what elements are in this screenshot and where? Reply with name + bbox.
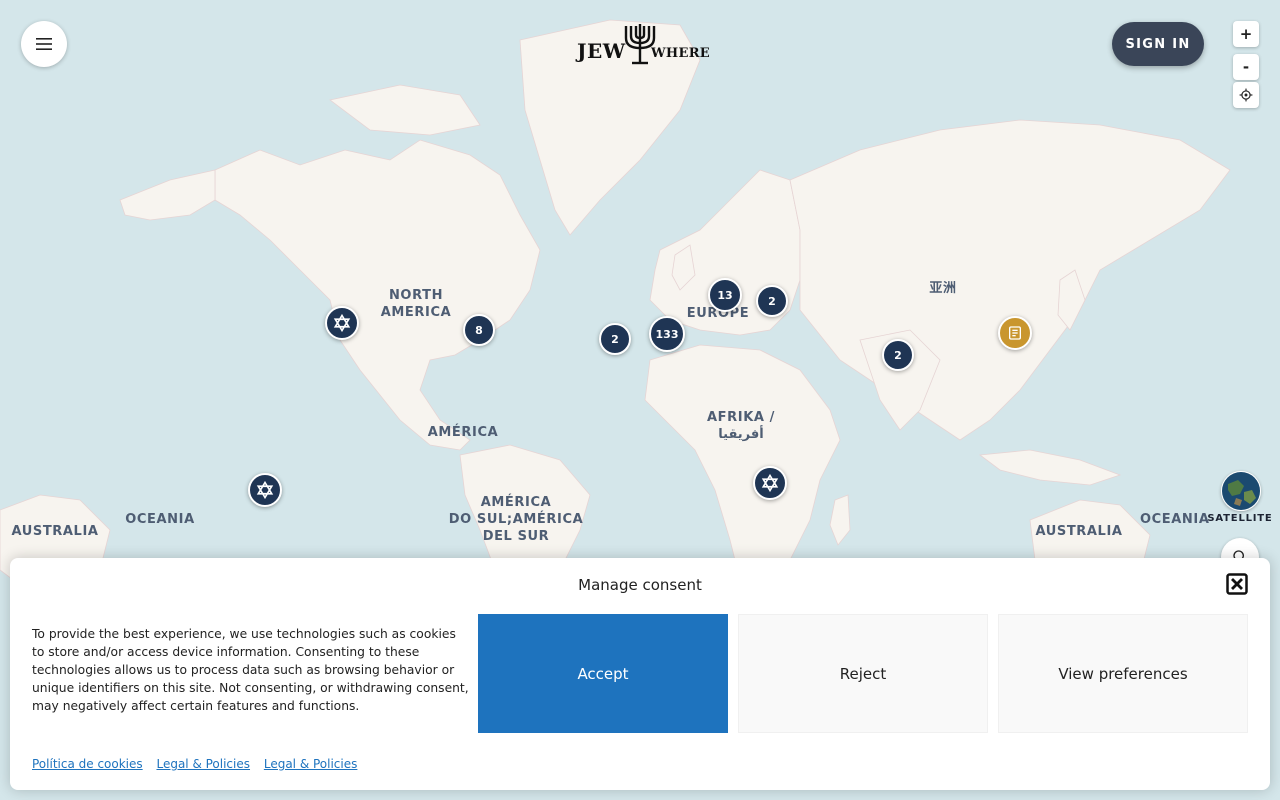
label-south-america: AMÉRICA DO SUL;AMÉRICA DEL SUR bbox=[446, 494, 586, 545]
cluster-marker[interactable]: 2 bbox=[599, 323, 631, 355]
view-preferences-button[interactable]: View preferences bbox=[998, 614, 1248, 733]
cluster-marker[interactable]: 133 bbox=[649, 316, 685, 352]
synagogue-marker[interactable] bbox=[753, 466, 787, 500]
synagogue-marker[interactable] bbox=[248, 473, 282, 507]
label-north-america: NORTH AMERICA bbox=[368, 287, 464, 321]
label-australia-right: AUSTRALIA bbox=[1035, 524, 1123, 539]
label-south-america-line2: DO SUL;AMÉRICA bbox=[448, 512, 584, 527]
locate-button[interactable] bbox=[1233, 82, 1259, 108]
label-north-america-line1: NORTH bbox=[388, 288, 444, 303]
cookie-policy-link[interactable]: Política de cookies bbox=[32, 757, 143, 771]
book-marker[interactable] bbox=[998, 316, 1032, 350]
consent-message: To provide the best experience, we use t… bbox=[32, 627, 469, 713]
label-asia: 亚洲 bbox=[929, 281, 957, 296]
star-of-david-icon bbox=[333, 314, 351, 332]
consent-title: Manage consent bbox=[578, 576, 702, 594]
star-of-david-icon bbox=[761, 474, 779, 492]
satellite-toggle[interactable] bbox=[1221, 471, 1261, 511]
hamburger-icon bbox=[36, 38, 52, 50]
legal-policies-link[interactable]: Legal & Policies bbox=[156, 757, 250, 771]
menu-button[interactable] bbox=[21, 21, 67, 67]
accept-button[interactable]: Accept bbox=[478, 614, 728, 733]
book-icon bbox=[1009, 326, 1021, 340]
satellite-label: SATELLITE bbox=[1207, 513, 1273, 524]
zoom-in-button[interactable]: + bbox=[1233, 21, 1259, 47]
close-icon bbox=[1226, 573, 1248, 595]
logo-text-jew: JEW bbox=[577, 39, 626, 63]
star-of-david-icon bbox=[256, 481, 274, 499]
label-africa-line2: أفريقيا bbox=[718, 427, 764, 442]
zoom-out-button[interactable]: - bbox=[1233, 54, 1259, 80]
reject-button[interactable]: Reject bbox=[738, 614, 988, 733]
logo[interactable]: JEW WHERE bbox=[576, 22, 710, 66]
label-africa-line1: AFRIKA / bbox=[707, 410, 775, 425]
label-america: AMÉRICA bbox=[427, 425, 499, 440]
consent-dialog: Manage consent To provide the best exper… bbox=[10, 558, 1270, 790]
consent-close-button[interactable] bbox=[1226, 573, 1248, 595]
consent-links: Política de cookies Legal & Policies Leg… bbox=[32, 757, 367, 771]
cluster-marker[interactable]: 13 bbox=[708, 278, 742, 312]
legal-policies-link[interactable]: Legal & Policies bbox=[264, 757, 358, 771]
crosshair-icon bbox=[1239, 88, 1253, 102]
cluster-marker[interactable]: 8 bbox=[463, 314, 495, 346]
label-australia-left: AUSTRALIA bbox=[11, 524, 99, 539]
label-north-america-line2: AMERICA bbox=[380, 305, 452, 320]
cluster-marker[interactable]: 2 bbox=[882, 339, 914, 371]
cluster-marker[interactable]: 2 bbox=[756, 285, 788, 317]
globe-satellite-icon bbox=[1222, 472, 1260, 510]
label-south-america-line1: AMÉRICA bbox=[480, 495, 552, 510]
sign-in-button[interactable]: SIGN IN bbox=[1112, 22, 1204, 66]
logo-text-where: WHERE bbox=[651, 46, 711, 61]
label-south-america-line3: DEL SUR bbox=[482, 529, 550, 544]
label-africa: AFRIKA / أفريقيا bbox=[695, 409, 787, 443]
synagogue-marker[interactable] bbox=[325, 306, 359, 340]
label-oceania-left: OCEANIA bbox=[125, 512, 195, 527]
